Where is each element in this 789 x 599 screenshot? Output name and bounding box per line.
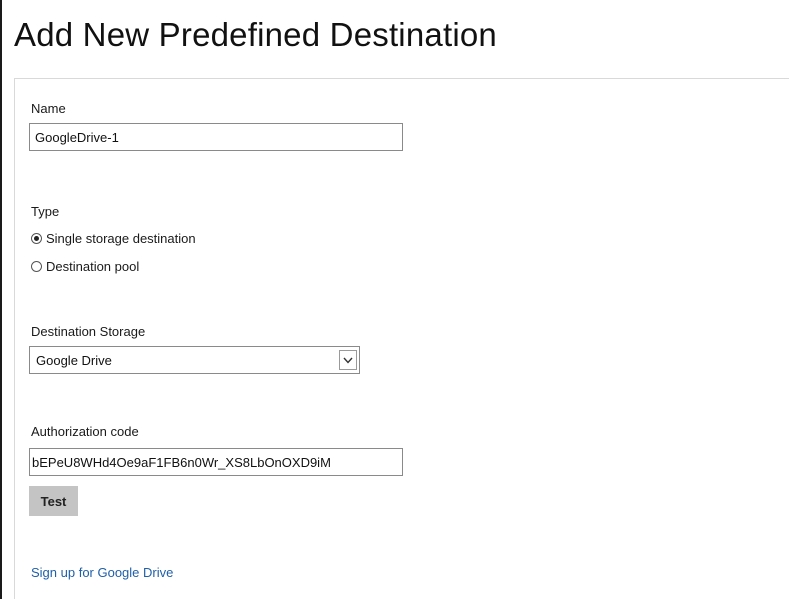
authorization-code-label: Authorization code [31,424,139,439]
signup-google-drive-link[interactable]: Sign up for Google Drive [31,565,173,580]
destination-storage-label: Destination Storage [31,324,146,339]
chevron-down-icon[interactable] [339,350,357,370]
radio-destination-pool[interactable]: Destination pool [31,259,139,274]
destination-storage-select[interactable]: Google Drive [29,346,360,374]
authorization-code-input[interactable] [29,448,403,476]
name-label: Name [31,101,66,116]
page-title: Add New Predefined Destination [14,16,497,53]
form-panel: Name Type Single storage destination Des… [14,78,789,599]
radio-unchecked-icon[interactable] [31,261,42,272]
radio-single-storage-label: Single storage destination [46,231,196,246]
name-input[interactable] [29,123,403,151]
test-button[interactable]: Test [29,486,78,516]
destination-storage-value: Google Drive [36,352,112,368]
radio-destination-pool-label: Destination pool [46,259,140,274]
radio-checked-icon[interactable] [31,233,42,244]
type-label: Type [31,204,60,219]
radio-single-storage[interactable]: Single storage destination [31,231,196,246]
